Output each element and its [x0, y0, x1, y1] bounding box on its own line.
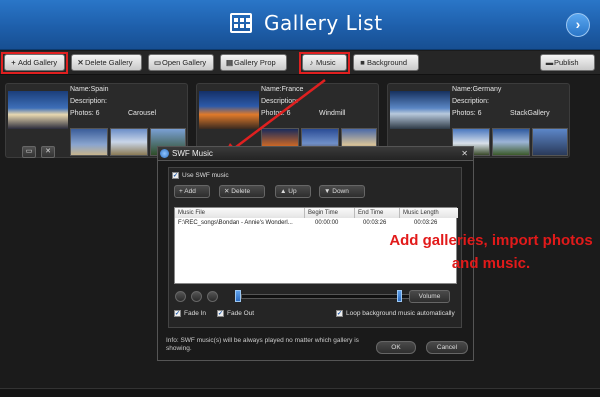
delete-music-button[interactable]: ✕ Delete — [219, 185, 265, 198]
move-down-button[interactable]: ▼ Down — [319, 185, 365, 198]
dialog-title: SWF Music — [172, 149, 213, 158]
annotation-text: Add galleries, import photos and music. — [389, 232, 593, 272]
move-up-button[interactable]: ▲ Up — [275, 185, 311, 198]
fade-out-checkbox[interactable]: ✓ — [217, 310, 224, 317]
status-bar — [0, 388, 600, 397]
ok-button[interactable]: OK — [376, 341, 416, 354]
fade-in-label: Fade In — [184, 310, 207, 317]
pause-icon[interactable] — [191, 291, 202, 302]
cancel-button[interactable]: Cancel — [426, 341, 468, 354]
app-logo-icon — [160, 149, 169, 158]
column-header[interactable]: Music File — [175, 208, 305, 218]
info-message: Info: SWF music(s) will be always played… — [166, 337, 359, 352]
play-icon[interactable] — [175, 291, 186, 302]
column-header[interactable]: Begin Time — [305, 208, 355, 218]
add-music-button[interactable]: + Add — [174, 185, 210, 198]
use-swf-music-label: Use SWF music — [182, 172, 229, 179]
dialog-title-bar: SWF Music ✕ — [158, 147, 473, 161]
column-header[interactable]: Music Length — [400, 208, 458, 218]
column-header[interactable]: End Time — [355, 208, 400, 218]
table-cell[interactable]: F:\REC_songs\Bondan - Annie's Wonderl... — [175, 219, 305, 228]
arrow-down-icon: ▼ — [324, 188, 333, 195]
table-cell[interactable]: 00:00:00 — [312, 219, 355, 228]
fade-in-checkbox[interactable]: ✓ — [174, 310, 181, 317]
fade-out-label: Fade Out — [227, 310, 255, 317]
use-swf-music-checkbox[interactable]: ✓ — [172, 172, 179, 179]
loop-music-label: Loop background music automatically — [346, 310, 455, 317]
close-icon[interactable]: ✕ — [461, 147, 468, 160]
table-cell[interactable]: 00:03:26 — [360, 219, 400, 228]
stop-icon[interactable] — [207, 291, 218, 302]
volume-slider-handle[interactable] — [397, 290, 402, 302]
arrow-up-icon: ▲ — [280, 188, 289, 195]
seek-track[interactable] — [241, 294, 413, 299]
volume-button[interactable]: Volume — [409, 290, 450, 303]
table-cell[interactable]: 00:03:26 — [411, 219, 457, 228]
loop-music-checkbox[interactable]: ✓ — [336, 310, 343, 317]
